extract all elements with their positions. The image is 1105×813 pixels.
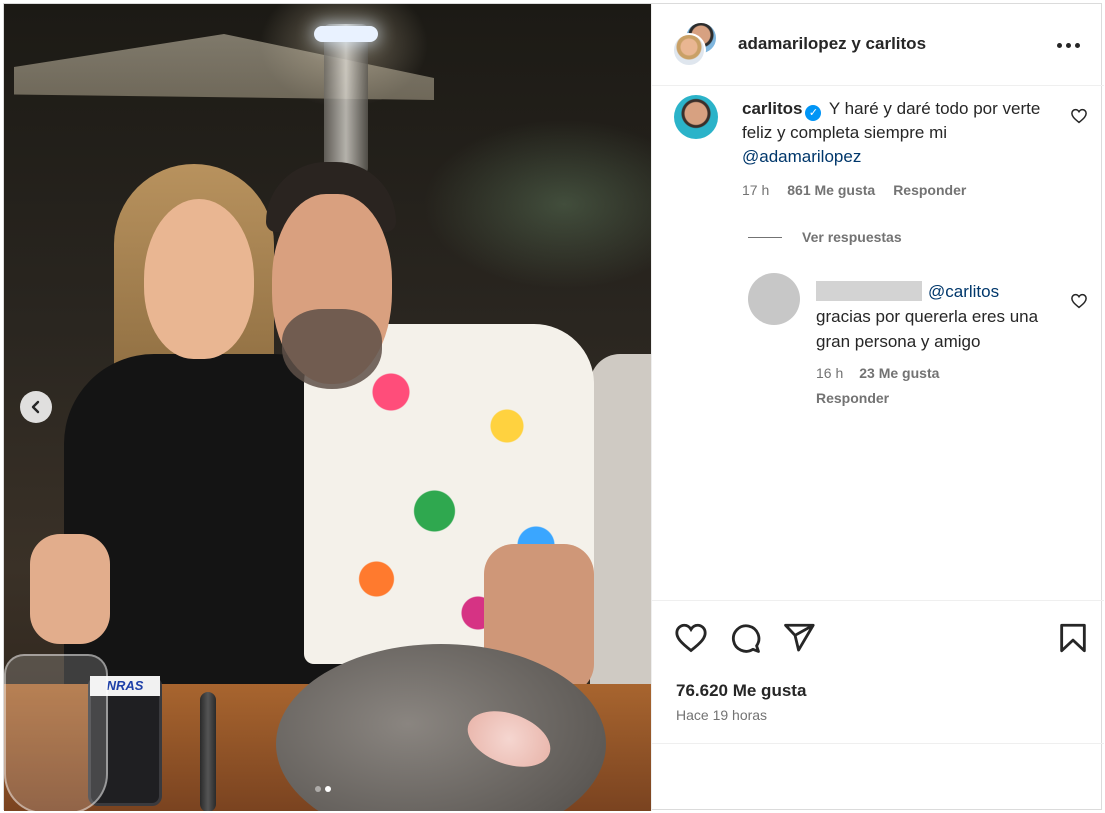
comment-like-heart-icon[interactable] [1070, 107, 1088, 125]
reply-text: gracias por quererla eres una gran perso… [816, 307, 1039, 351]
divider [748, 236, 782, 238]
collab-avatars[interactable] [672, 21, 720, 69]
comment-username[interactable]: carlitos [742, 99, 802, 118]
reply-reply-button[interactable]: Responder [816, 390, 889, 406]
send-icon[interactable] [782, 621, 816, 655]
carousel-dot [315, 786, 321, 792]
avatar[interactable] [674, 95, 718, 139]
comments-section: carlitos ✓ Y haré y daré todo por verte f… [652, 87, 1104, 599]
verified-badge-icon: ✓ [805, 105, 822, 121]
reply-meta: 16 h 23 Me gusta [816, 365, 939, 381]
comment-meta: 17 h 861 Me gusta Responder [742, 182, 966, 198]
post-likes-count[interactable]: 76.620 Me gusta [676, 681, 806, 701]
post-author-names[interactable]: adamarilopez y carlitos [738, 34, 926, 54]
carousel-prev-button[interactable] [20, 391, 52, 423]
carousel-dot-active [325, 786, 331, 792]
more-icon-dot [1056, 42, 1062, 48]
redacted-username [816, 281, 922, 301]
comment-time: 17 h [742, 182, 770, 198]
knife [200, 692, 216, 811]
man-hand [30, 534, 110, 644]
post-actions: 76.620 Me gusta Hace 19 horas [652, 600, 1104, 744]
wine-glass [4, 654, 108, 811]
comment-likes[interactable]: 861 Me gusta [787, 182, 875, 198]
woman-face [144, 199, 254, 359]
post-header: adamarilopez y carlitos [652, 4, 1104, 86]
reply-likes[interactable]: 23 Me gusta [859, 365, 939, 381]
patio-heater [324, 24, 368, 174]
avatar[interactable] [748, 273, 800, 325]
more-icon-dot [1074, 42, 1080, 48]
man-beard [282, 309, 382, 389]
reply-body: @carlitos gracias por quererla eres una … [816, 279, 1066, 354]
chevron-left-icon [31, 400, 40, 414]
post-photo[interactable]: NRAS [4, 4, 651, 811]
comment-icon[interactable] [728, 621, 762, 655]
more-options-button[interactable] [1052, 30, 1084, 60]
comment-reply-button[interactable]: Responder [893, 182, 966, 198]
carousel-dots [315, 786, 331, 792]
post-frame: NRAS adamarilopez y carlitos carlitos ✓ … [3, 3, 1104, 811]
background-person [590, 354, 651, 704]
comment-mention[interactable]: @adamarilopez [742, 147, 861, 166]
avatar[interactable] [672, 33, 706, 67]
reply-time: 16 h [816, 365, 844, 381]
post-side-panel: adamarilopez y carlitos carlitos ✓ Y haré… [651, 4, 1104, 811]
patio-umbrella [14, 34, 434, 100]
post-time: Hace 19 horas [676, 707, 768, 723]
comment-body: carlitos ✓ Y haré y daré todo por verte f… [742, 97, 1062, 169]
reply-mention[interactable]: @carlitos [928, 282, 999, 301]
view-replies-label: Ver respuestas [802, 229, 902, 245]
bookmark-icon[interactable] [1056, 621, 1090, 655]
view-replies-button[interactable]: Ver respuestas [748, 229, 902, 245]
heart-icon[interactable] [674, 621, 708, 655]
reply-like-heart-icon[interactable] [1070, 292, 1088, 310]
more-icon-dot [1065, 42, 1071, 48]
heater-lamp [314, 26, 378, 42]
